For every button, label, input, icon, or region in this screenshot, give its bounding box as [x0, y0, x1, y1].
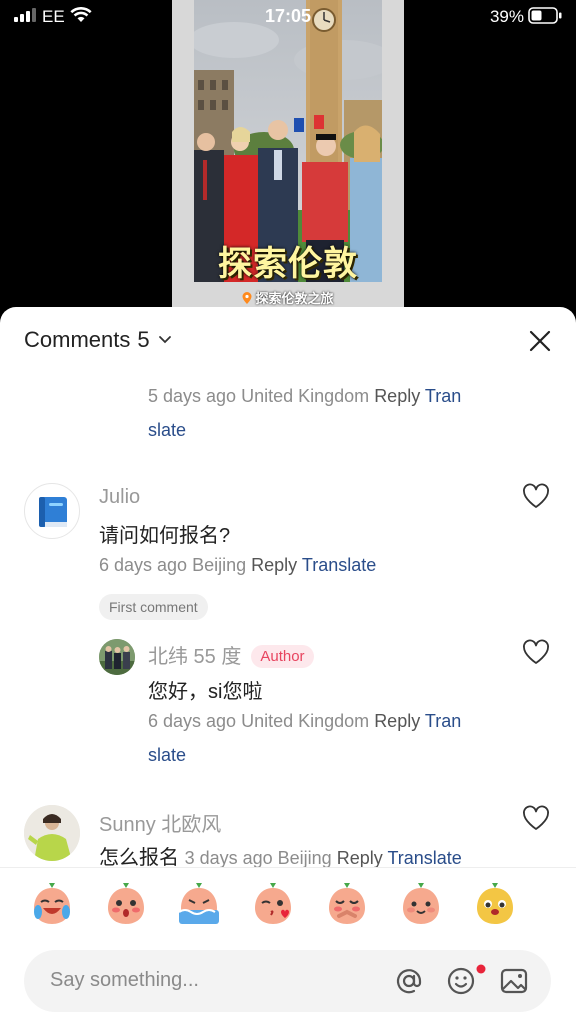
emoji-quick-bar [0, 867, 576, 939]
comment-username[interactable]: Sunny 北欧风 [99, 808, 221, 837]
comment-time: 6 days ago [148, 711, 237, 731]
video-frame[interactable]: 探索伦敦 探索伦敦之旅 [172, 0, 404, 310]
reply-button[interactable]: Reply [337, 848, 383, 867]
comments-sort-toggle[interactable]: Comments 5 [24, 327, 172, 353]
heart-icon[interactable] [522, 639, 550, 665]
comment-location: Beijing [192, 555, 247, 575]
avatar[interactable] [99, 639, 135, 675]
avatar[interactable] [24, 483, 80, 539]
chevron-down-icon [158, 336, 171, 344]
video-player[interactable]: 探索伦敦 探索伦敦之旅 [0, 0, 576, 320]
translate-button[interactable]: Translate [302, 555, 376, 575]
battery-percentage: 39% [489, 7, 524, 26]
comments-sheet: Comments 5 5 days ago United Kingdom Rep… [0, 307, 576, 1024]
heart-icon[interactable] [522, 483, 550, 509]
comment-sunny: Sunny 北欧风 怎么报名 3 days ago Beijing Reply … [0, 799, 576, 867]
comment-username[interactable]: Julio [99, 486, 140, 509]
comment-julio: Julio 请问如何报名? 6 days ago Beijing Reply T… [0, 477, 576, 637]
comment-location: Beijing [277, 848, 332, 867]
comment-meta: 6 days ago United Kingdom Reply Tran slat… [148, 704, 493, 772]
comment-list[interactable]: 5 days ago United Kingdom Reply Tran slat… [0, 369, 576, 867]
comment-author-reply: 北纬 55 度 Author 您好，si您啦 6 days ago United … [0, 633, 576, 783]
first-comment-badge: First comment [99, 594, 208, 620]
video-tag-label: 探索伦敦之旅 [255, 291, 334, 306]
comment-time: 6 days ago [99, 555, 188, 575]
swimming-emoji[interactable] [177, 882, 221, 926]
author-username[interactable]: 北纬 55 度 [148, 646, 241, 668]
comment-text: 请问如何报名? [99, 525, 231, 547]
comment-time: 5 days ago [148, 386, 237, 406]
comment-time: 3 days ago [184, 848, 273, 867]
status-bar: EE 17:05 39% [0, 0, 576, 36]
profile-photo [24, 805, 80, 861]
book-icon [39, 497, 67, 527]
comment-meta: 3 days ago Beijing Reply Translate [185, 848, 462, 867]
close-icon[interactable] [528, 329, 552, 353]
heart-icon[interactable] [522, 805, 550, 831]
comment-text: 您好，si您啦 [148, 681, 263, 703]
location-pin-icon [242, 292, 252, 304]
comment-location: United Kingdom [241, 386, 370, 406]
battery-icon [528, 7, 562, 24]
reply-button[interactable]: Reply [374, 711, 420, 731]
emoji-icon[interactable] [446, 966, 476, 996]
comments-count: 5 [137, 327, 150, 352]
comment-input-placeholder: Say something... [50, 969, 199, 991]
translate-label-part1: Tran [424, 386, 462, 406]
mention-icon[interactable] [394, 966, 424, 996]
reply-button[interactable]: Reply [251, 555, 297, 575]
kiss-emoji[interactable] [251, 882, 295, 926]
image-icon[interactable] [499, 966, 529, 996]
video-caption: 探索伦敦 [218, 245, 358, 283]
avatar[interactable] [24, 805, 80, 861]
comment-input[interactable]: Say something... [24, 950, 551, 1012]
comment-text: 怎么报名 [99, 847, 179, 867]
translate-label-part1: Tran [424, 711, 462, 731]
translate-button[interactable]: Translate [387, 848, 461, 867]
comment-location: United Kingdom [241, 711, 370, 731]
crying-laughing-emoji[interactable] [30, 882, 74, 926]
comment-username: 北纬 55 度 Author [148, 640, 314, 669]
shy-emoji[interactable] [104, 882, 148, 926]
translate-label-part2: slate [148, 745, 187, 765]
pleading-emoji[interactable] [325, 882, 369, 926]
smile-emoji[interactable] [399, 882, 443, 926]
comments-title: Comments [24, 327, 131, 352]
comments-header: Comments 5 [24, 327, 552, 359]
profile-photo [99, 639, 135, 675]
translate-label-part2: slate [148, 420, 187, 440]
reply-button[interactable]: Reply [374, 386, 420, 406]
comment-body: 怎么报名 3 days ago Beijing Reply Translate [99, 841, 462, 867]
notification-dot [476, 964, 486, 974]
puppy-face-emoji[interactable] [473, 882, 517, 926]
comment-meta: 6 days ago Beijing Reply Translate [99, 548, 376, 582]
video-location-tag[interactable]: 探索伦敦之旅 [172, 288, 404, 307]
author-badge: Author [251, 645, 314, 668]
previous-comment-meta: 5 days ago United Kingdom Reply Tran slat… [148, 379, 493, 447]
